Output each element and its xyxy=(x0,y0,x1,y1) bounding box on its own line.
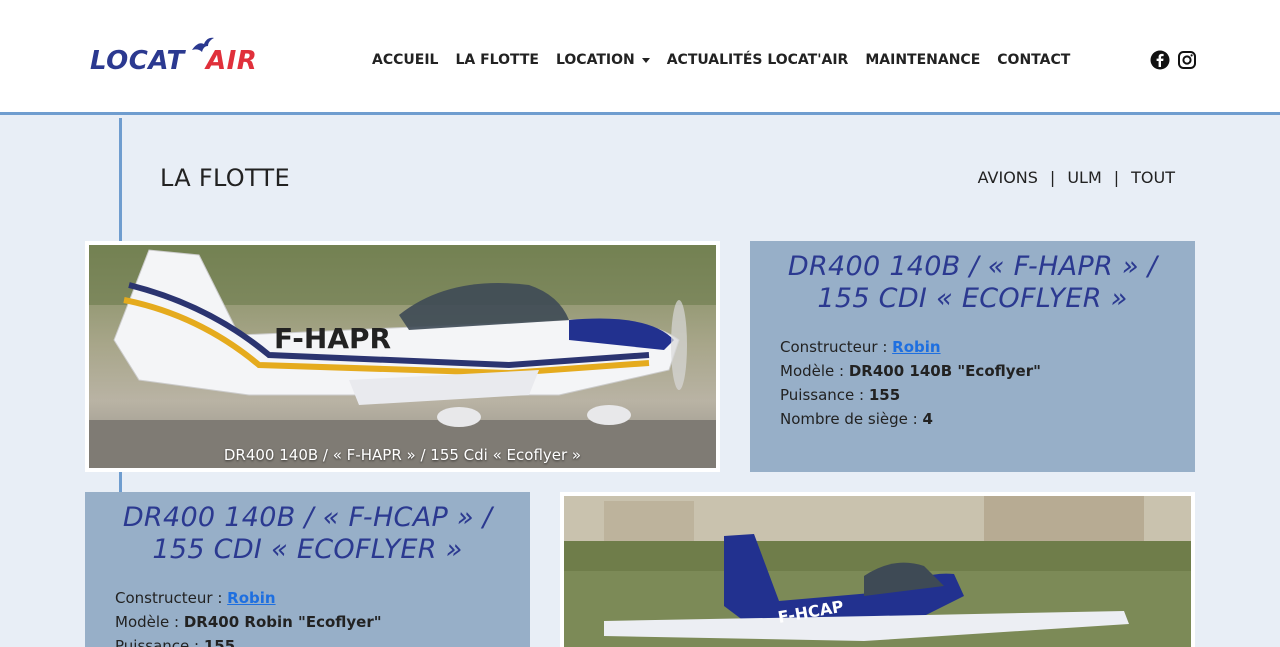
spec-value: 4 xyxy=(922,410,933,428)
nav-maintenance[interactable]: MAINTENANCE xyxy=(865,52,980,68)
aircraft-card: DR400 140B / « F-HAPR » / 155 CDI « ECOF… xyxy=(750,241,1195,472)
decorative-vertical-line xyxy=(119,472,122,492)
aircraft-specs: Constructeur : Robin Modèle : DR400 140B… xyxy=(750,335,1195,431)
aircraft-photo[interactable]: F-HAPR DR400 140B / « F-HAPR » / 155 Cdi… xyxy=(85,241,720,472)
site-header: LOCAT AIR ACCUEIL LA FLOTTE LOCATION ACT… xyxy=(0,0,1280,115)
locatair-logo[interactable]: LOCAT AIR xyxy=(90,36,270,80)
spec-label: Constructeur : xyxy=(780,338,893,356)
constructeur-link[interactable]: Robin xyxy=(892,338,940,356)
aircraft-card: DR400 140B / « F-HCAP » / 155 CDI « ECOF… xyxy=(85,492,530,647)
spec-label: Modèle : xyxy=(115,613,184,631)
aircraft-title[interactable]: DR400 140B / « F-HAPR » / 155 CDI « ECOF… xyxy=(750,251,1195,315)
filter-ulm[interactable]: ULM xyxy=(1067,168,1101,187)
filter-tout[interactable]: TOUT xyxy=(1131,168,1175,187)
instagram-icon[interactable] xyxy=(1177,50,1197,70)
spec-constructeur: Constructeur : Robin xyxy=(780,335,1195,359)
aircraft-image-f-hapr: F-HAPR xyxy=(89,245,716,468)
facebook-icon[interactable] xyxy=(1150,50,1170,70)
constructeur-link[interactable]: Robin xyxy=(227,589,275,607)
nav-contact[interactable]: CONTACT xyxy=(997,52,1070,68)
spec-modele: Modèle : DR400 140B "Ecoflyer" xyxy=(780,359,1195,383)
spec-puissance: Puissance : 155 xyxy=(115,634,530,647)
filter-separator: | xyxy=(1113,168,1120,187)
spec-label: Puissance : xyxy=(115,637,204,647)
svg-text:F-HAPR: F-HAPR xyxy=(274,322,391,355)
filter-separator: | xyxy=(1049,168,1056,187)
spec-label: Puissance : xyxy=(780,386,869,404)
spec-value: 155 xyxy=(868,386,901,404)
spec-modele: Modèle : DR400 Robin "Ecoflyer" xyxy=(115,610,530,634)
social-links xyxy=(1150,50,1197,70)
spec-label: Constructeur : xyxy=(115,589,228,607)
logo-text-air: AIR xyxy=(206,46,258,76)
spec-puissance: Puissance : 155 xyxy=(780,383,1195,407)
main-nav: ACCUEIL LA FLOTTE LOCATION ACTUALITÉS LO… xyxy=(372,52,1087,68)
filter-avions[interactable]: AVIONS xyxy=(978,168,1038,187)
nav-accueil[interactable]: ACCUEIL xyxy=(372,52,438,68)
fleet-filters: AVIONS | ULM | TOUT xyxy=(978,168,1175,187)
spec-constructeur: Constructeur : Robin xyxy=(115,586,530,610)
nav-la-flotte[interactable]: LA FLOTTE xyxy=(455,52,539,68)
spec-value: 155 xyxy=(203,637,236,647)
chevron-down-icon xyxy=(641,57,650,63)
spec-label: Modèle : xyxy=(780,362,849,380)
nav-location[interactable]: LOCATION xyxy=(556,52,650,68)
aircraft-photo[interactable]: F-HCAP xyxy=(560,492,1195,647)
aircraft-specs: Constructeur : Robin Modèle : DR400 Robi… xyxy=(85,586,530,647)
aircraft-title[interactable]: DR400 140B / « F-HCAP » / 155 CDI « ECOF… xyxy=(85,502,530,566)
spec-value: DR400 140B "Ecoflyer" xyxy=(848,362,1041,380)
spec-sieges: Nombre de siège : 4 xyxy=(780,407,1195,431)
nav-actualites[interactable]: ACTUALITÉS LOCAT'AIR xyxy=(667,52,849,68)
aircraft-image-f-hcap: F-HCAP xyxy=(564,496,1191,647)
aircraft-photo-caption: DR400 140B / « F-HAPR » / 155 Cdi « Ecof… xyxy=(223,446,582,464)
spec-label: Nombre de siège : xyxy=(780,410,923,428)
spec-value: DR400 Robin "Ecoflyer" xyxy=(183,613,382,631)
logo-text-locat: LOCAT xyxy=(90,46,185,76)
nav-location-label: LOCATION xyxy=(555,52,635,68)
page-title: LA FLOTTE xyxy=(160,164,290,192)
